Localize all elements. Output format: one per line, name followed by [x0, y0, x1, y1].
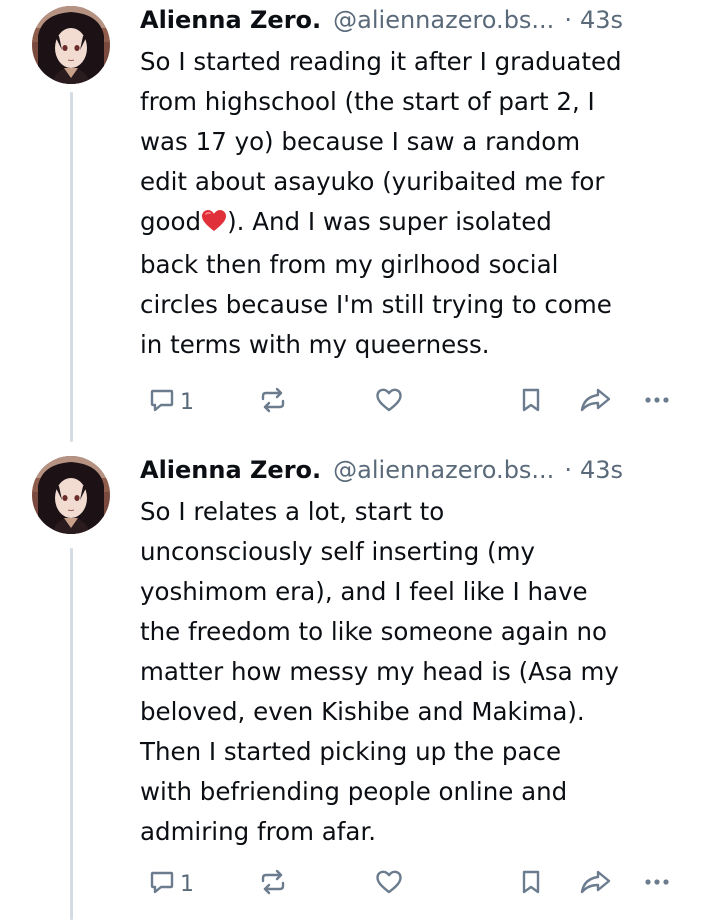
author-name[interactable]: Alienna Zero.: [140, 6, 321, 34]
bookmark-icon: [518, 868, 544, 900]
post-text-line: So I started reading it after I graduate…: [140, 47, 622, 76]
more-button[interactable]: [642, 382, 672, 422]
post-text-line: back then from my girlhood social: [140, 250, 559, 279]
repost-icon: [258, 868, 288, 900]
post-text-line: admiring from afar.: [140, 817, 377, 846]
share-button[interactable]: [578, 382, 612, 422]
share-button[interactable]: [578, 864, 612, 904]
share-icon: [578, 868, 612, 900]
reply-count: 1: [180, 389, 194, 415]
post-text-line: was 17 yo) because I saw a random: [140, 127, 581, 156]
reply-icon: [148, 386, 176, 418]
bookmark-button[interactable]: [518, 382, 544, 422]
post-text-line: unconsciously self inserting (my: [140, 537, 535, 566]
more-icon: [642, 868, 672, 900]
timestamp[interactable]: 43s: [580, 456, 623, 484]
post-text-line: beloved, even Kishibe and Makima).: [140, 697, 585, 726]
post-text-segment: good: [140, 207, 202, 236]
author-name[interactable]: Alienna Zero.: [140, 456, 321, 484]
timestamp[interactable]: 43s: [580, 6, 623, 34]
reply-count: 1: [180, 871, 194, 897]
repost-icon: [258, 386, 288, 418]
post-text-line: Then I started picking up the pace: [140, 737, 562, 766]
like-icon: [374, 868, 404, 900]
post-text-line: good ). And I was super isolated: [140, 202, 708, 245]
avatar-image: [32, 6, 110, 84]
like-icon: [374, 386, 404, 418]
separator-dot: ·: [564, 456, 572, 484]
share-icon: [578, 386, 612, 418]
post-text: So I started reading it after I graduate…: [140, 42, 708, 365]
bookmark-button[interactable]: [518, 864, 544, 904]
reply-button[interactable]: 1: [148, 382, 194, 422]
red-heart-emoji: [201, 205, 227, 245]
separator-dot: ·: [564, 6, 572, 34]
post-text-segment: ). And I was super isolated: [227, 207, 552, 236]
reply-button[interactable]: 1: [148, 864, 194, 904]
like-button[interactable]: [374, 864, 404, 904]
more-icon: [642, 386, 672, 418]
reply-icon: [148, 868, 176, 900]
post-header: Alienna Zero. @aliennazero.bs... · 43s: [140, 450, 702, 490]
post-text-line: yoshimom era), and I feel like I have: [140, 577, 588, 606]
avatar-image: [32, 456, 110, 534]
post-text-line: circles because I'm still trying to come: [140, 290, 612, 319]
post-text-line: So I relates a lot, start to: [140, 497, 445, 526]
post-actions: 1: [140, 382, 680, 422]
post-text-line: in terms with my queerness.: [140, 330, 490, 359]
post[interactable]: Alienna Zero. @aliennazero.bs... · 43s S…: [0, 450, 720, 920]
author-handle[interactable]: @aliennazero.bs...: [333, 6, 554, 34]
bookmark-icon: [518, 386, 544, 418]
author-handle[interactable]: @aliennazero.bs...: [333, 456, 554, 484]
post[interactable]: Alienna Zero. @aliennazero.bs... · 43s S…: [0, 0, 720, 440]
like-button[interactable]: [374, 382, 404, 422]
post-text: So I relates a lot, start to unconscious…: [140, 492, 708, 852]
avatar[interactable]: [32, 456, 110, 534]
post-header: Alienna Zero. @aliennazero.bs... · 43s: [140, 0, 702, 40]
repost-button[interactable]: [258, 382, 288, 422]
post-text-line: with befriending people online and: [140, 777, 568, 806]
post-text-line: from highschool (the start of part 2, I: [140, 87, 595, 116]
post-text-line: the freedom to like someone again no: [140, 617, 607, 646]
repost-button[interactable]: [258, 864, 288, 904]
post-actions: 1: [140, 864, 680, 904]
more-button[interactable]: [642, 864, 672, 904]
post-text-line: edit about asayuko (yuribaited me for: [140, 167, 605, 196]
avatar[interactable]: [32, 6, 110, 84]
post-text-line: matter how messy my head is (Asa my: [140, 657, 619, 686]
